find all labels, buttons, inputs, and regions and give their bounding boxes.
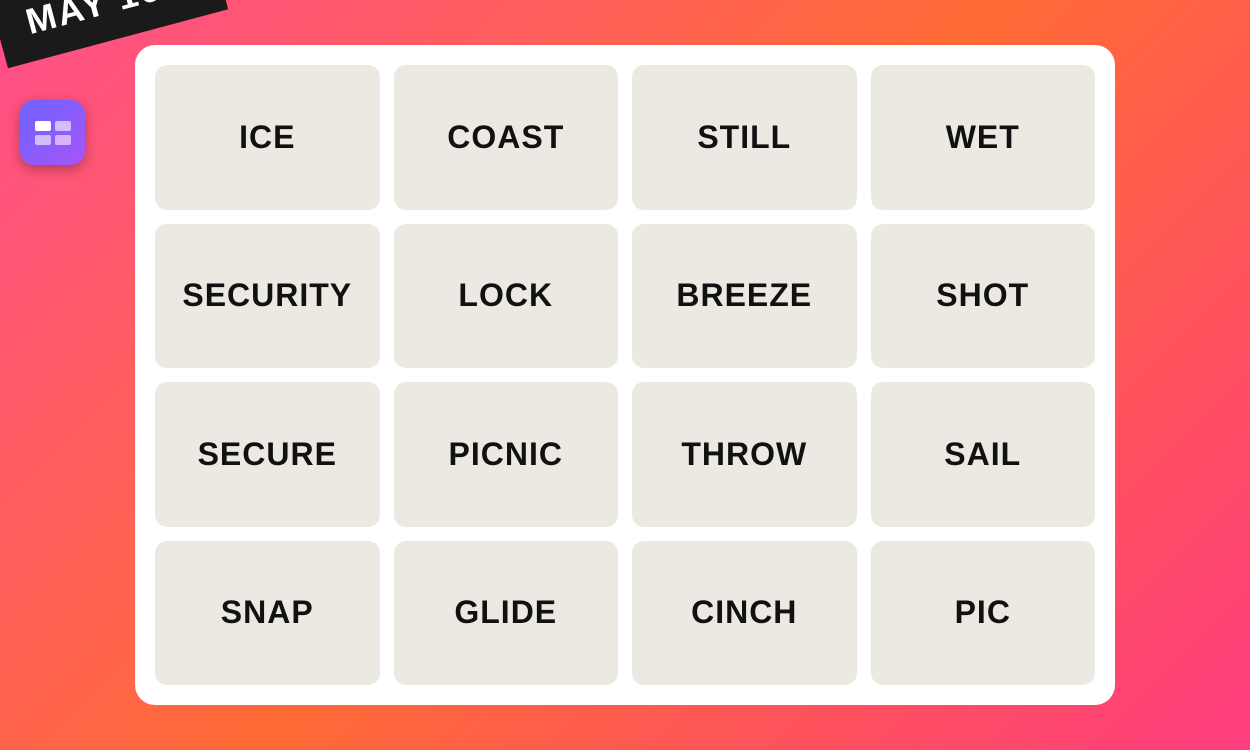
game-container: ICE COAST STILL WET SECURITY LOCK BREEZE SHOT SE… <box>135 45 1115 705</box>
word-text-still: STILL <box>697 119 791 156</box>
word-text-lock: LOCK <box>458 277 553 314</box>
app-icon <box>20 100 85 165</box>
word-text-snap: SNAP <box>221 594 314 631</box>
word-text-ice: ICE <box>239 119 295 156</box>
word-cell-secure[interactable]: SECURE <box>155 382 380 527</box>
word-text-wet: WET <box>946 119 1020 156</box>
word-cell-picnic[interactable]: PICNIC <box>394 382 619 527</box>
word-cell-security[interactable]: SECURITY <box>155 224 380 369</box>
word-text-sail: SAIL <box>944 436 1021 473</box>
word-cell-ice[interactable]: ICE <box>155 65 380 210</box>
word-cell-pic[interactable]: PIC <box>871 541 1096 686</box>
word-cell-still[interactable]: STILL <box>632 65 857 210</box>
word-text-pic: PIC <box>955 594 1011 631</box>
word-cell-breeze[interactable]: BREEZE <box>632 224 857 369</box>
word-text-coast: COAST <box>447 119 564 156</box>
word-cell-glide[interactable]: GLIDE <box>394 541 619 686</box>
word-text-secure: SECURE <box>198 436 337 473</box>
word-cell-lock[interactable]: LOCK <box>394 224 619 369</box>
word-cell-shot[interactable]: SHOT <box>871 224 1096 369</box>
word-text-glide: GLIDE <box>454 594 557 631</box>
word-text-shot: SHOT <box>936 277 1029 314</box>
word-cell-coast[interactable]: COAST <box>394 65 619 210</box>
word-grid: ICE COAST STILL WET SECURITY LOCK BREEZE SHOT SE… <box>155 65 1095 685</box>
word-text-picnic: PICNIC <box>449 436 563 473</box>
word-text-security: SECURITY <box>182 277 352 314</box>
word-text-cinch: CINCH <box>691 594 797 631</box>
word-cell-snap[interactable]: SNAP <box>155 541 380 686</box>
word-cell-cinch[interactable]: CINCH <box>632 541 857 686</box>
word-cell-wet[interactable]: WET <box>871 65 1096 210</box>
word-text-breeze: BREEZE <box>676 277 812 314</box>
word-text-throw: THROW <box>681 436 807 473</box>
word-cell-throw[interactable]: THROW <box>632 382 857 527</box>
word-cell-sail[interactable]: SAIL <box>871 382 1096 527</box>
